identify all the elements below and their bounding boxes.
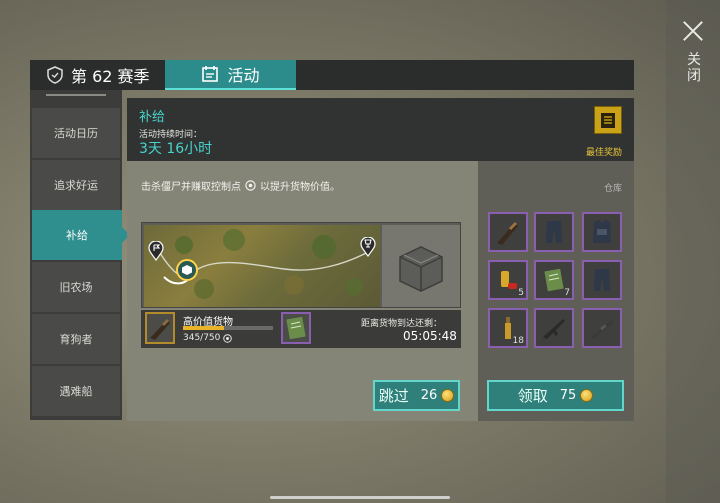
warehouse-slot[interactable]: [582, 260, 622, 300]
event-description: 击杀僵尸并赚取控制点 以提升货物价值。: [141, 178, 340, 193]
warehouse-slot[interactable]: [582, 308, 622, 348]
sidebar-item-label: 遇难船: [59, 385, 93, 398]
control-point-icon: [245, 180, 256, 191]
armor-vest-icon: [593, 220, 611, 243]
sidebar-item-shipwreck[interactable]: 遇难船: [32, 366, 120, 416]
skip-button[interactable]: 跳过 26: [373, 380, 460, 411]
sidebar-item-label: 补给: [66, 229, 88, 242]
cargo-progress-track: [183, 326, 273, 330]
claim-cost: 75: [559, 388, 577, 403]
item-quantity: 18: [512, 336, 524, 346]
control-point-icon: [223, 333, 233, 343]
tab-season-label: 第 62 赛季: [71, 67, 150, 86]
sidebar-item-supply[interactable]: 补给: [32, 210, 130, 260]
claim-button[interactable]: 领取 75: [487, 380, 624, 411]
delivery-map[interactable]: [141, 222, 461, 308]
sidebar-item-label: 育狗者: [59, 333, 93, 346]
cargo-marker-icon: [176, 259, 198, 281]
warehouse-slot[interactable]: [534, 212, 574, 252]
warehouse-slot[interactable]: [534, 308, 574, 348]
tab-season[interactable]: 第 62 赛季: [46, 60, 166, 90]
warehouse-label: 仓库: [603, 184, 622, 194]
shotgun-icon: [497, 222, 518, 245]
sidebar: 活动日历 追求好运 补给 旧农场 育狗者 遇难船: [30, 90, 130, 420]
claim-label: 领取: [517, 387, 548, 405]
tab-activity-label: 活动: [227, 66, 260, 85]
close-icon[interactable]: [680, 18, 706, 44]
warehouse-slot[interactable]: 18: [488, 308, 528, 348]
coin-icon: [441, 389, 455, 402]
cargo-reward-slot[interactable]: [281, 312, 311, 344]
sidebar-item-label: 旧农场: [59, 281, 93, 294]
clipboard-icon: [601, 113, 615, 128]
notebook-icon: [286, 316, 306, 340]
arrival-label: 距离货物到达还剩：: [361, 319, 443, 329]
armor-pants-icon: [546, 221, 562, 243]
skip-cost: 26: [420, 388, 438, 403]
top-tab-bar: 第 62 赛季 活动: [30, 60, 634, 90]
cargo-progress-text: 345/750: [183, 333, 221, 343]
calendar-icon: [202, 66, 219, 82]
cargo-item-slot[interactable]: [145, 312, 175, 344]
sidebar-item-label: 追求好运: [54, 179, 98, 192]
destination-marker-icon: [360, 237, 376, 257]
description-suffix: 以提升货物价值。: [260, 182, 340, 193]
cargo-info-row: 高价值货物 345/750 距离货物到达还剩： 05:05:48: [141, 310, 461, 348]
armor-pants-icon: [594, 269, 610, 291]
shield-icon: [47, 66, 63, 84]
item-quantity: 7: [564, 288, 570, 298]
warehouse-slot[interactable]: [582, 212, 622, 252]
home-indicator: [270, 496, 450, 499]
description-text: 击杀僵尸并赚取控制点: [141, 182, 241, 193]
duration-value: 3天 16小时: [139, 141, 213, 157]
best-reward-label: 最佳奖励: [586, 148, 623, 158]
cargo-progress: 345/750: [183, 333, 233, 343]
item-quantity: 5: [518, 288, 524, 298]
sidebar-item-activity-calendar[interactable]: 活动日历: [32, 108, 120, 158]
assault-rifle-icon: [543, 319, 565, 339]
arrival-time: 05:05:48: [403, 329, 457, 343]
shotgun-icon: [150, 319, 170, 340]
warehouse-slot[interactable]: 5: [488, 260, 528, 300]
cargo-progress-fill: [183, 326, 225, 330]
tab-activity[interactable]: 活动: [165, 60, 296, 90]
close-label[interactable]: 关闭: [686, 52, 702, 84]
coin-icon: [580, 389, 594, 402]
event-header: 补给 活动持续时间： 3天 16小时 最佳奖励: [127, 98, 634, 161]
supply-crate-icon: [399, 246, 443, 292]
sidebar-item-old-farm[interactable]: 旧农场: [32, 262, 120, 312]
event-title: 补给: [139, 110, 166, 125]
sidebar-item-dog-breeder[interactable]: 育狗者: [32, 314, 120, 364]
warehouse-slot[interactable]: 7: [534, 260, 574, 300]
crate-preview: [382, 225, 460, 307]
skip-label: 跳过: [378, 387, 409, 405]
sidebar-item-pursue-luck[interactable]: 追求好运: [32, 160, 120, 210]
warehouse-slot[interactable]: [488, 212, 528, 252]
sidebar-divider: [46, 94, 106, 96]
best-reward-icon[interactable]: [594, 106, 622, 134]
sidebar-item-label: 活动日历: [54, 127, 98, 140]
rifle-icon: [591, 320, 614, 339]
start-flag-icon: [148, 241, 164, 261]
